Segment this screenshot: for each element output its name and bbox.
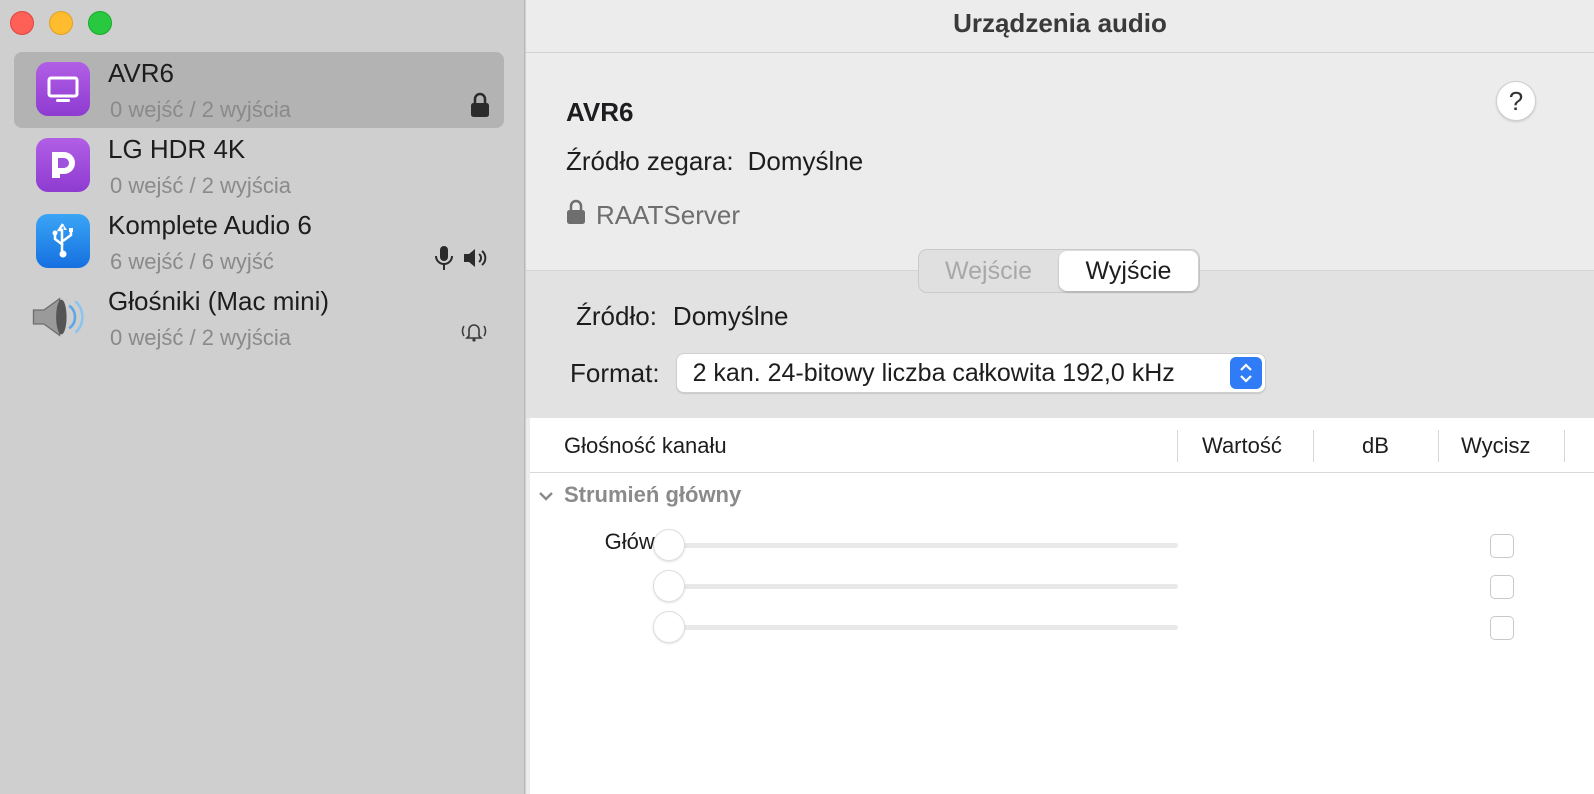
tab-output[interactable]: Wyjście [1059, 251, 1198, 291]
device-item-lg-hdr-4k[interactable]: LG HDR 4K 0 wejść / 2 wyjścia [14, 128, 504, 204]
zoom-window-button[interactable] [88, 11, 112, 35]
device-status [458, 320, 490, 347]
channel-volume-table: Głośność kanału Wartość dB Wycisz Strumi… [530, 418, 1594, 794]
alert-bell-icon [458, 320, 490, 347]
column-db[interactable]: dB [1362, 418, 1389, 473]
displayport-icon [36, 138, 90, 192]
device-name: AVR6 [108, 58, 174, 88]
device-item-avr6[interactable]: AVR6 0 wejść / 2 wyjścia [14, 52, 504, 128]
lock-icon [470, 92, 490, 123]
source-value: Domyślne [672, 301, 789, 331]
sidebar: AVR6 0 wejść / 2 wyjścia LG HDR 4K 0 wej… [0, 0, 525, 794]
speaker-device-icon [30, 290, 84, 344]
title-bar: Urządzenia audio [526, 0, 1594, 53]
channel-row-1: 1 [530, 566, 1594, 606]
microphone-icon [434, 244, 454, 277]
window-title: Urządzenia audio [953, 8, 1167, 38]
device-io-count: 6 wejść / 6 wyjść [110, 249, 274, 274]
clock-source-label: Źródło zegara: [566, 146, 734, 176]
chevron-down-icon[interactable] [538, 482, 554, 508]
channel-row-master: Główny [530, 525, 1594, 565]
speaker-icon [462, 246, 490, 275]
device-io-count: 0 wejść / 2 wyjścia [110, 97, 291, 122]
mute-checkbox[interactable] [1490, 575, 1514, 599]
format-value: 2 kan. 24-bitowy liczba całkowita 192,0 … [692, 359, 1175, 387]
stream-group-row[interactable]: Strumień główny [538, 482, 741, 508]
device-list: AVR6 0 wejść / 2 wyjścia LG HDR 4K 0 wej… [14, 52, 504, 356]
device-name: Głośniki (Mac mini) [108, 286, 330, 316]
mute-checkbox[interactable] [1490, 616, 1514, 640]
hog-mode-owner: RAATServer [566, 199, 740, 232]
usb-icon [36, 214, 90, 268]
selected-device-name: AVR6 [566, 97, 634, 127]
clock-source-row: Źródło zegara: Domyślne [566, 146, 863, 177]
column-value[interactable]: Wartość [1202, 418, 1282, 473]
device-name: Komplete Audio 6 [108, 210, 312, 240]
volume-slider-knob[interactable] [653, 529, 685, 561]
output-source-row: Źródło: Domyślne [576, 301, 789, 332]
device-item-komplete-audio-6[interactable]: Komplete Audio 6 6 wejść / 6 wyjść [14, 204, 504, 280]
mute-checkbox[interactable] [1490, 534, 1514, 558]
device-detail-panel: Urządzenia audio ? AVR6 Źródło zegara: Do… [526, 0, 1594, 794]
volume-slider-track[interactable] [668, 584, 1178, 589]
window-controls [10, 11, 112, 35]
clock-source-value[interactable]: Domyślne [748, 146, 864, 176]
table-header: Głośność kanału Wartość dB Wycisz [530, 418, 1594, 473]
io-settings: Wejście Wyjście Źródło: Domyślne Format:… [526, 249, 1594, 418]
format-label: Format: [570, 357, 660, 388]
source-label: Źródło: [576, 301, 657, 331]
device-name: LG HDR 4K [108, 134, 246, 164]
device-io-count: 0 wejść / 2 wyjścia [110, 325, 291, 350]
io-segmented-control: Wejście Wyjście [918, 249, 1200, 293]
format-select[interactable]: 2 kan. 24-bitowy liczba całkowita 192,0 … [675, 353, 1266, 393]
device-io-count: 0 wejść / 2 wyjścia [110, 173, 291, 198]
volume-slider-knob[interactable] [653, 570, 685, 602]
column-mute[interactable]: Wycisz [1461, 418, 1530, 473]
tab-input[interactable]: Wejście [919, 250, 1058, 292]
column-divider [1564, 430, 1565, 462]
volume-slider-track[interactable] [668, 625, 1178, 630]
column-divider [1177, 430, 1178, 462]
minimize-window-button[interactable] [49, 11, 73, 35]
volume-slider-track[interactable] [668, 543, 1178, 548]
device-status [470, 92, 490, 123]
lock-icon [566, 199, 586, 232]
column-divider [1313, 430, 1314, 462]
volume-slider-knob[interactable] [653, 611, 685, 643]
stream-group-label: Strumień główny [564, 482, 742, 507]
chevron-updown-icon [1229, 357, 1262, 389]
column-channel-volume[interactable]: Głośność kanału [564, 418, 727, 473]
device-info: ? AVR6 Źródło zegara: Domyślne RAATServer [526, 53, 1594, 270]
close-window-button[interactable] [10, 11, 34, 35]
column-divider [1438, 430, 1439, 462]
device-item-mac-mini-speakers[interactable]: Głośniki (Mac mini) 0 wejść / 2 wyjścia [14, 280, 504, 356]
help-button[interactable]: ? [1496, 81, 1536, 121]
owner-app-name: RAATServer [596, 200, 740, 230]
device-status [434, 244, 490, 277]
format-row: Format: 2 kan. 24-bitowy liczba całkowit… [570, 353, 1266, 393]
monitor-icon [36, 62, 90, 116]
channel-row-2: 2 [530, 607, 1594, 647]
